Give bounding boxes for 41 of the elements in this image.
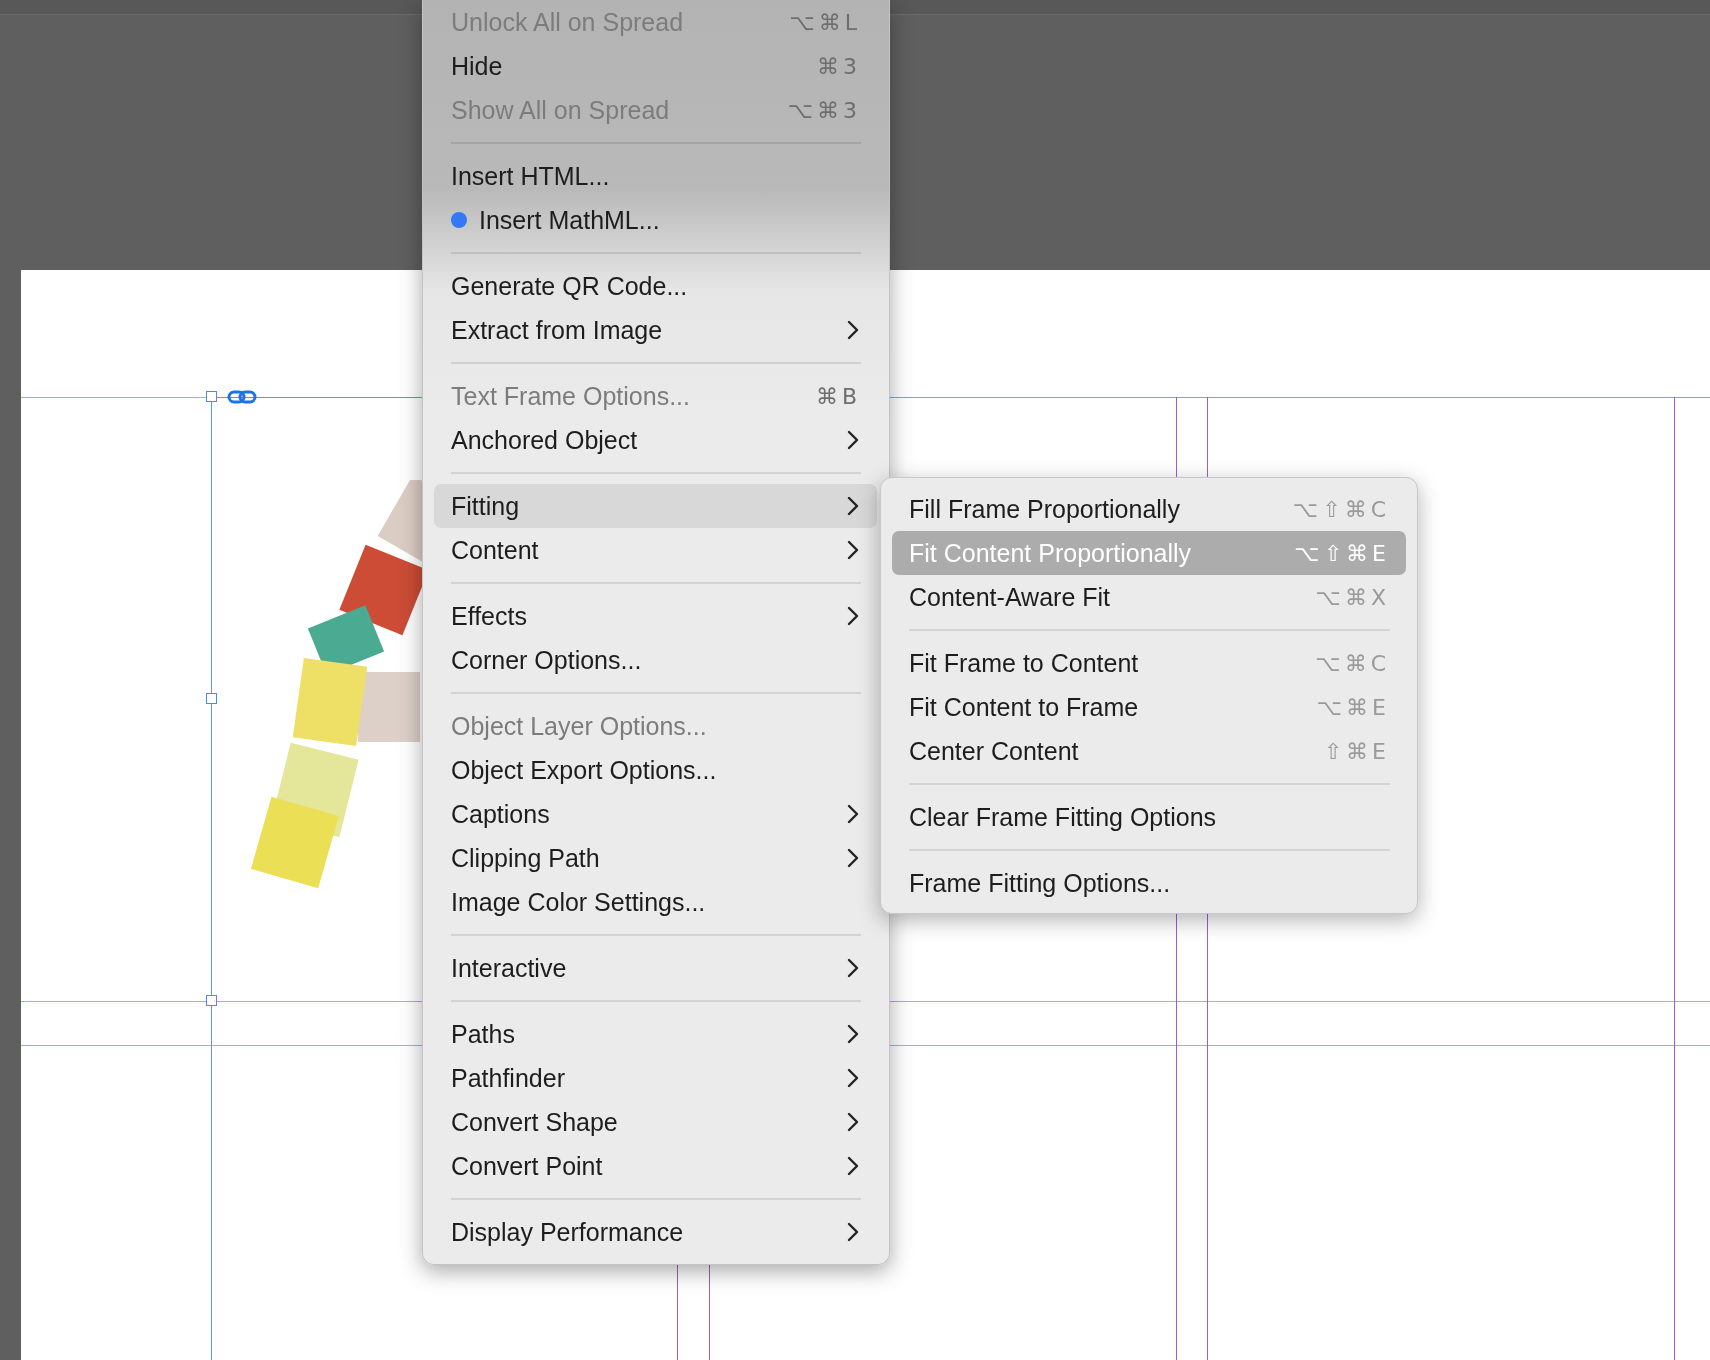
menu-item[interactable]: Insert HTML... [434,154,877,198]
menu-item[interactable]: Center Content ⇧⌘E [892,729,1406,773]
menu-item[interactable]: Content-Aware Fit ⌥⌘X [892,575,1406,619]
menu-item[interactable]: Effects [434,594,877,638]
menu-item[interactable]: Corner Options... [434,638,877,682]
menu-item[interactable]: Generate QR Code... [434,264,877,308]
menu-item[interactable]: Image Color Settings... [434,880,877,924]
shortcut-text: ⌥⌘3 [787,97,861,123]
menu-item[interactable]: Extract from Image [434,308,877,352]
shortcut-text: ⌥⌘E [1316,694,1390,720]
menu-item[interactable]: Object Export Options... [434,748,877,792]
menu-item[interactable]: Captions [434,792,877,836]
menu-item[interactable]: Fit Frame to Content ⌥⌘C [892,641,1406,685]
shortcut-text: ⌘3 [817,53,861,79]
menu-item[interactable]: Hide ⌘3 [434,44,877,88]
menu-item[interactable]: Fit Content to Frame ⌥⌘E [892,685,1406,729]
shortcut-text: ⌥⌘L [789,9,861,35]
menu-item[interactable]: Insert MathML... [434,198,877,242]
menu-item[interactable]: Content [434,528,877,572]
frame-handle[interactable] [206,995,217,1006]
shortcut-text: ⌘B [815,383,861,409]
shortcut-text: ⌥⇧⌘E [1294,540,1390,566]
menu-item[interactable]: Convert Shape [434,1100,877,1144]
frame-handle[interactable] [206,391,217,402]
menu-item[interactable]: Pathfinder [434,1056,877,1100]
shortcut-text: ⇧⌘E [1323,738,1390,764]
menu-item[interactable]: Clear Frame Fitting Options [892,795,1406,839]
menu-item[interactable]: Frame Fitting Options... [892,861,1406,905]
chain-link-icon[interactable] [227,389,257,405]
menu-item[interactable]: Interactive [434,946,877,990]
shortcut-text: ⌥⌘X [1315,584,1390,610]
menu-item[interactable]: Clipping Path [434,836,877,880]
menu-item[interactable]: Paths [434,1012,877,1056]
menu-item[interactable]: Display Performance [434,1210,877,1254]
menu-item[interactable]: Fitting [434,484,877,528]
frame-handle[interactable] [206,693,217,704]
menu-item[interactable]: Convert Point [434,1144,877,1188]
shortcut-text: ⌥⌘C [1315,650,1390,676]
menu-item[interactable]: Fill Frame Proportionally ⌥⇧⌘C [892,487,1406,531]
shortcut-text: ⌥⇧⌘C [1292,496,1390,522]
menu-item[interactable]: Anchored Object [434,418,877,462]
